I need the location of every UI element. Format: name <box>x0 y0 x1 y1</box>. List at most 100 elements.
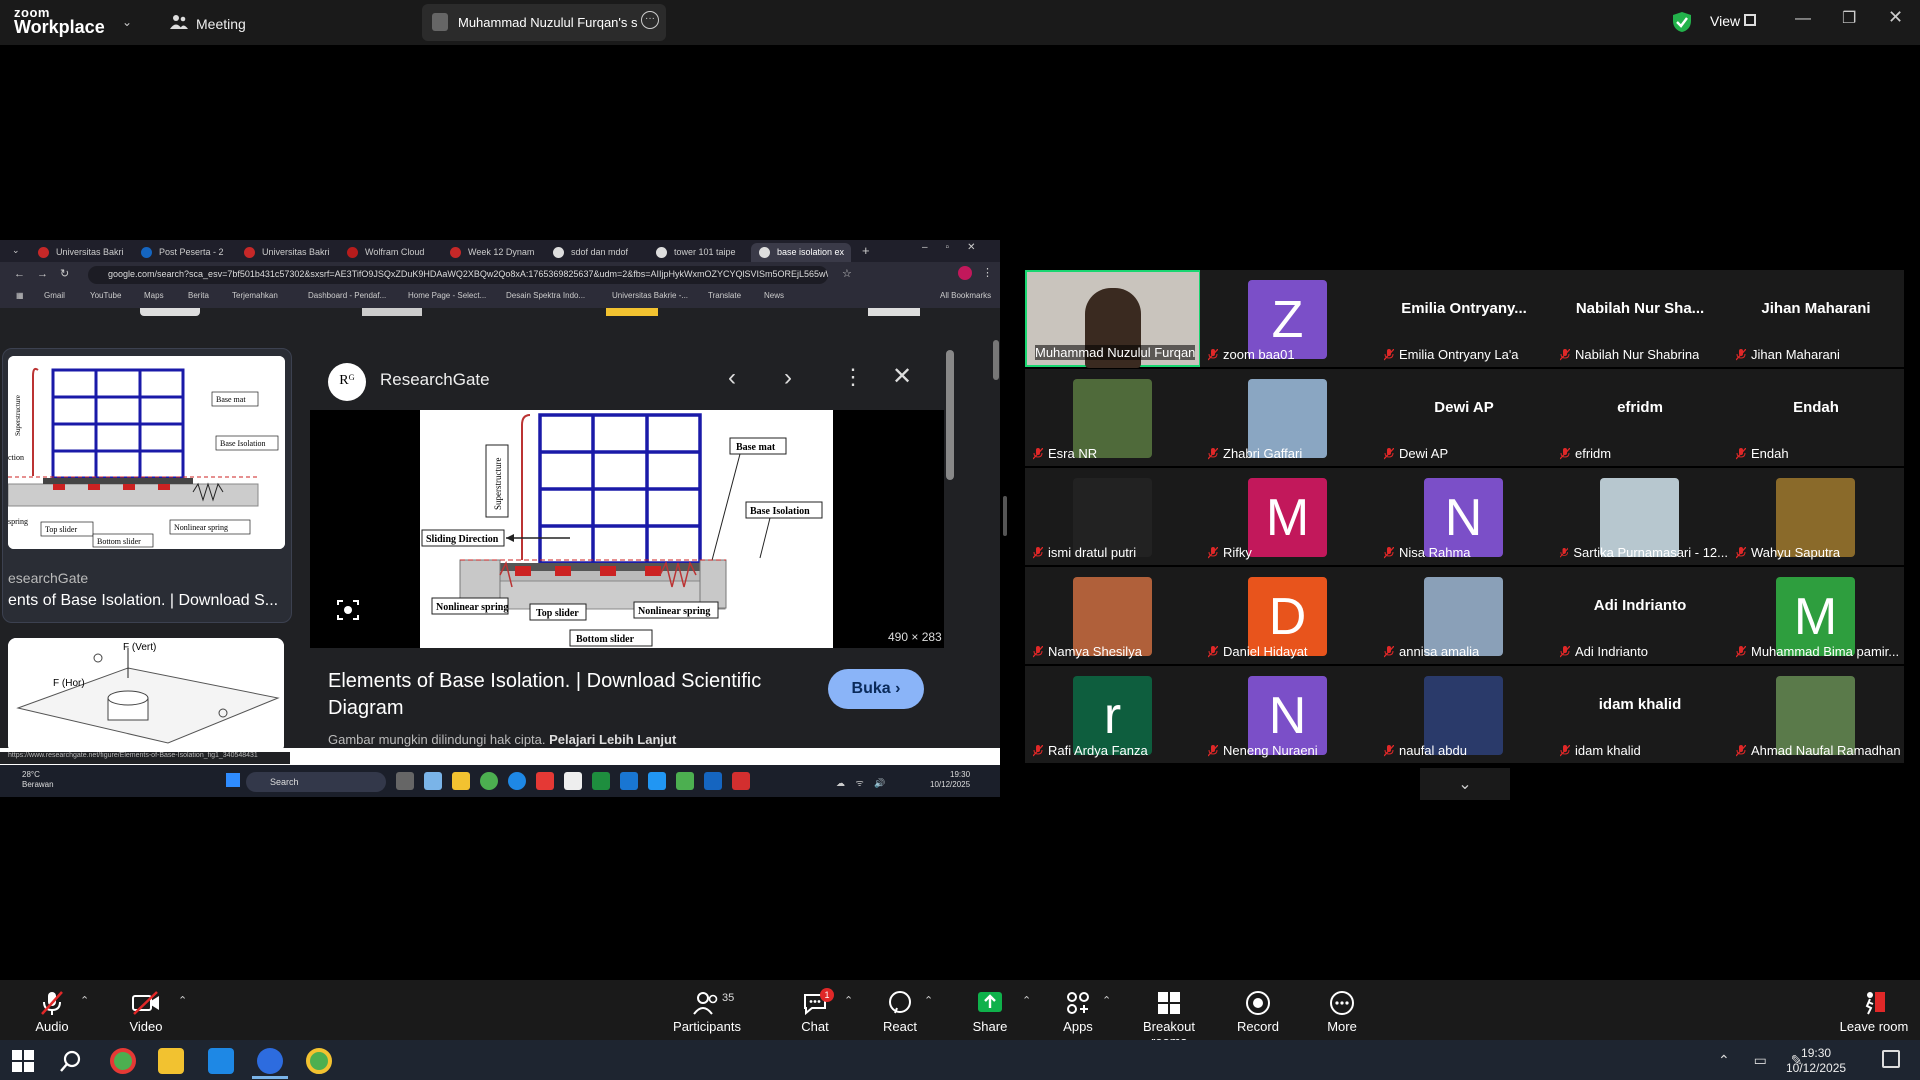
search-box[interactable]: Search <box>246 772 386 792</box>
close-icon[interactable]: ✕ <box>1888 7 1903 28</box>
video-button[interactable]: Video <box>124 990 168 1034</box>
app-icon[interactable] <box>648 772 666 790</box>
star-icon[interactable]: ☆ <box>842 267 852 280</box>
browser-tab[interactable]: Universitas Bakri <box>236 243 336 262</box>
participant-tile[interactable]: Adi Indrianto Adi Indrianto <box>1552 567 1728 664</box>
excel-icon[interactable] <box>592 772 610 790</box>
chrome-icon[interactable] <box>480 772 498 790</box>
restore-icon[interactable]: ❐ <box>1842 8 1856 28</box>
browser-tab[interactable]: Universitas Bakri <box>30 243 130 262</box>
participant-tile[interactable]: annisa amalia <box>1376 567 1552 664</box>
participant-tile[interactable]: naufal abdu <box>1376 666 1552 763</box>
app-icon[interactable] <box>536 772 554 790</box>
browser-tab[interactable]: Week 12 Dynam <box>442 243 542 262</box>
participant-tile[interactable]: Dewi AP Dewi AP <box>1376 369 1552 466</box>
participant-tile[interactable]: Zhabri Gaffari <box>1200 369 1376 466</box>
lens-search-icon[interactable] <box>336 598 360 622</box>
zoom-icon[interactable] <box>704 772 722 790</box>
participant-tile[interactable]: Zzoom baa01 <box>1200 270 1376 367</box>
participant-tile[interactable]: Nabilah Nur Sha... Nabilah Nur Shabrina <box>1552 270 1728 367</box>
chevron-up-icon[interactable]: ⌃ <box>924 994 933 1007</box>
all-bookmarks[interactable]: All Bookmarks <box>940 291 991 300</box>
bookmark[interactable]: Dashboard - Pendaf... <box>308 291 386 300</box>
participant-tile[interactable]: Ahmad Naufal Ramadhan <box>1728 666 1904 763</box>
search-icon[interactable] <box>60 1050 82 1072</box>
participant-tile[interactable]: M Rifky <box>1200 468 1376 565</box>
chevron-up-icon[interactable]: ⌃ <box>1022 994 1031 1007</box>
chrome-icon[interactable] <box>306 1048 332 1074</box>
participant-tile[interactable]: efridm efridm <box>1552 369 1728 466</box>
windows-icon[interactable] <box>226 773 240 787</box>
bookmark[interactable]: YouTube <box>90 291 121 300</box>
bookmark[interactable]: Berita <box>188 291 209 300</box>
kebab-menu-icon[interactable]: ⋮ <box>982 266 993 279</box>
kebab-menu-icon[interactable]: ⋮ <box>842 364 864 390</box>
file-explorer-icon[interactable] <box>158 1048 184 1074</box>
chevron-down-icon[interactable]: ⌄ <box>122 15 132 29</box>
chevron-up-icon[interactable]: ⌃ <box>178 994 187 1007</box>
browser-tab[interactable]: tower 101 taipe <box>648 243 748 262</box>
new-tab-icon[interactable]: + <box>862 243 870 258</box>
browser-tab-active[interactable]: base isolation ex <box>751 243 851 262</box>
bookmark[interactable]: Gmail <box>44 291 65 300</box>
participant-tile[interactable]: Esra NR <box>1025 369 1201 466</box>
tab-search-icon[interactable]: ⌄ <box>12 245 20 256</box>
participant-tile[interactable]: ismi dratul putri <box>1025 468 1201 565</box>
react-button[interactable]: React <box>880 990 920 1034</box>
participant-tile[interactable]: D Daniel Hidayat <box>1200 567 1376 664</box>
chevron-up-icon[interactable]: ⌃ <box>844 994 853 1007</box>
browser-tab[interactable]: Post Peserta - 2 <box>133 243 233 262</box>
participant-tile[interactable]: N Nisa Rahma <box>1376 468 1552 565</box>
page-scrollbar[interactable] <box>993 340 999 380</box>
folder-icon[interactable] <box>452 772 470 790</box>
splitter-handle[interactable] <box>1003 496 1007 536</box>
participant-tile[interactable]: Muhammad Nuzulul Furqan <box>1025 270 1201 368</box>
bookmark[interactable]: Terjemahkan <box>232 291 278 300</box>
app-icon[interactable] <box>620 772 638 790</box>
store-icon[interactable] <box>564 772 582 790</box>
chevron-up-icon[interactable]: ⌃ <box>80 994 89 1007</box>
participant-tile[interactable]: Sartika Purnamasari - 12... <box>1552 468 1728 565</box>
result-title[interactable]: ents of Base Isolation. | Download S... <box>8 592 278 610</box>
thumbnail[interactable] <box>606 308 658 316</box>
edge-icon[interactable] <box>508 772 526 790</box>
learn-more-link[interactable]: Pelajari Lebih Lanjut <box>549 732 676 747</box>
bookmark[interactable]: Translate <box>708 291 741 300</box>
address-bar[interactable]: google.com/search?sca_esv=7bf501b431c573… <box>88 266 828 284</box>
source-name[interactable]: ResearchGate <box>380 370 490 390</box>
weather-widget[interactable]: 28°C Berawan <box>22 770 54 790</box>
chevron-up-icon[interactable]: ⌃ <box>1102 994 1111 1007</box>
close-icon[interactable]: ✕ <box>892 362 912 391</box>
more-button[interactable]: More <box>1322 990 1362 1034</box>
leave-room-button[interactable]: Leave room <box>1836 990 1912 1034</box>
participant-tile[interactable]: N Neneng Nuraeni <box>1200 666 1376 763</box>
system-clock[interactable]: 19:30 10/12/2025 <box>1786 1046 1846 1076</box>
bookmark[interactable]: Maps <box>144 291 164 300</box>
chevron-left-icon[interactable]: ‹ <box>728 364 736 392</box>
windows-start-icon[interactable] <box>12 1050 34 1072</box>
participant-tile[interactable]: Endah Endah <box>1728 369 1904 466</box>
browser-window-controls[interactable]: –▫✕ <box>922 242 994 253</box>
browser-tab[interactable]: Wolfram Cloud <box>339 243 439 262</box>
bookmark[interactable]: Universitas Bakrie -... <box>612 291 688 300</box>
apps-button[interactable]: Apps <box>1058 990 1098 1034</box>
notifications-icon[interactable] <box>1882 1050 1900 1068</box>
app-icon[interactable] <box>676 772 694 790</box>
task-view-icon[interactable] <box>396 772 414 790</box>
meeting-menu[interactable]: Meeting <box>196 16 246 32</box>
avatar[interactable] <box>958 266 972 280</box>
open-button[interactable]: Buka › <box>828 669 924 709</box>
participant-tile[interactable]: Emilia Ontryany... Emilia Ontryany La'a <box>1376 270 1552 367</box>
view-button[interactable]: View <box>1710 13 1740 29</box>
bookmark[interactable]: News <box>764 291 784 300</box>
record-button[interactable]: Record <box>1236 990 1280 1034</box>
app-icon[interactable] <box>424 772 442 790</box>
chrome-icon[interactable] <box>110 1048 136 1074</box>
bookmark[interactable]: Desain Spektra Indo... <box>506 291 585 300</box>
thumbnail[interactable] <box>868 308 920 316</box>
scrollbar[interactable] <box>946 350 954 480</box>
shield-check-icon[interactable] <box>1672 11 1692 33</box>
nav-arrows-icon[interactable]: ←→↻ <box>14 267 81 280</box>
browser-tab[interactable]: sdof dan mdof <box>545 243 645 262</box>
apps-grid-icon[interactable]: ▦ <box>16 291 24 300</box>
